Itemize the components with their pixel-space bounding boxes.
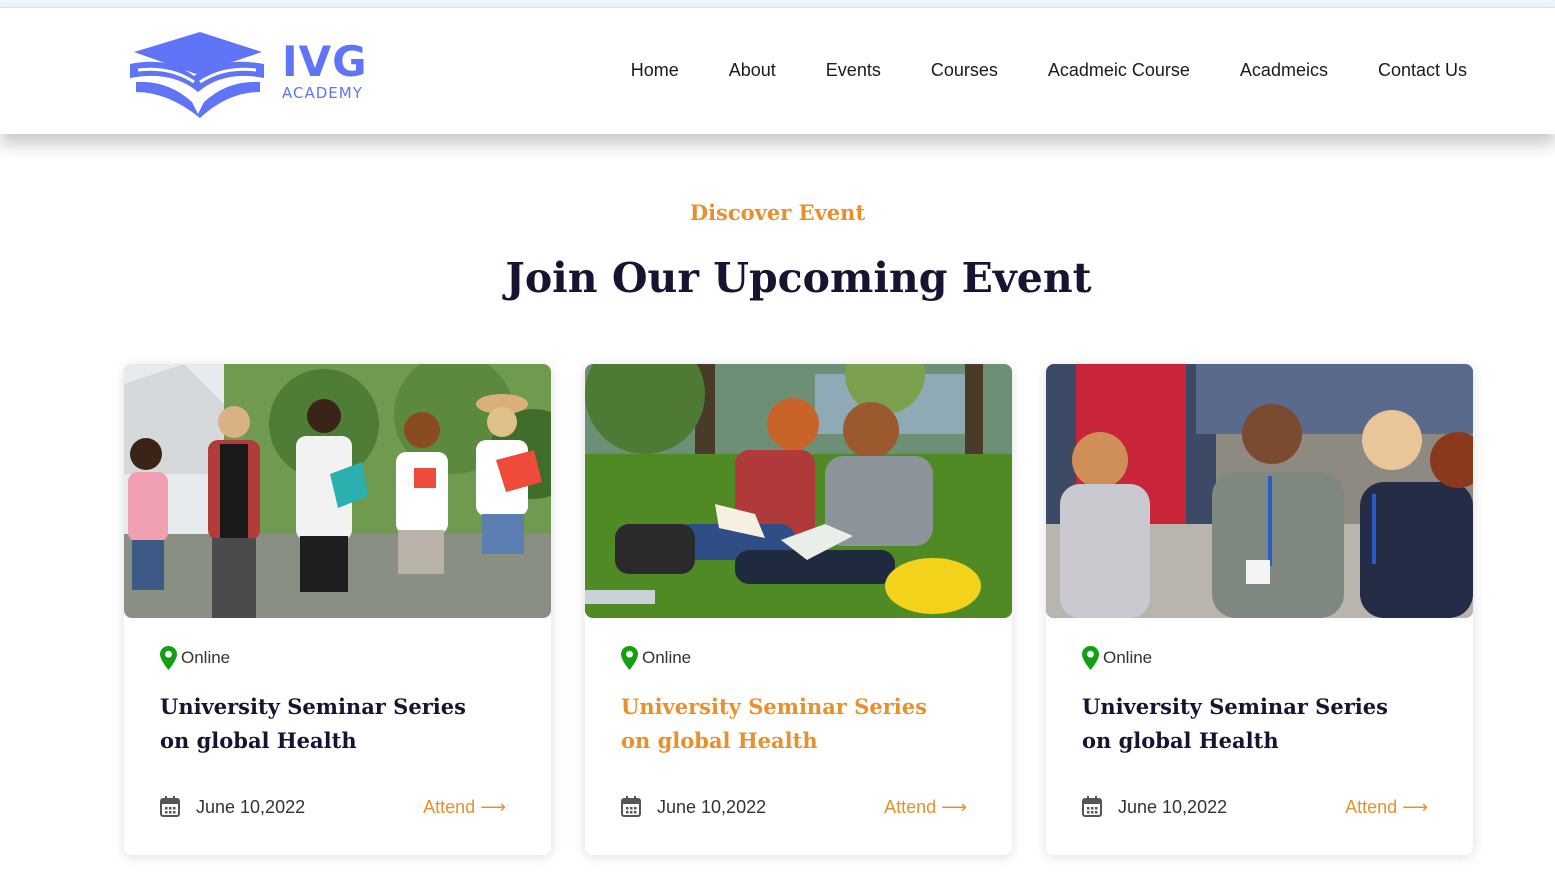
event-date: June 10,2022 [196, 797, 306, 817]
nav-link-academic-course[interactable]: Acadmeic Course [1048, 58, 1190, 82]
brand-subtitle: ACADEMY [282, 84, 363, 102]
attend-label: Attend [884, 797, 937, 817]
top-border [0, 0, 1555, 8]
site-header: IVG ACADEMY Home About Events Courses Ac… [0, 8, 1555, 134]
brand-logo[interactable]: IVG ACADEMY [128, 30, 368, 120]
event-location-label: Online [1103, 648, 1153, 667]
event-meta: June 10,2022 Attend ⟶ [160, 794, 510, 820]
event-location: Online [621, 646, 691, 670]
section-eyebrow: Discover Event [689, 200, 866, 225]
students-reading-on-grass-photo [585, 364, 1012, 618]
location-pin-icon [621, 646, 638, 670]
event-card: Online University Seminar Series on glob… [124, 364, 551, 855]
students-walking-photo [124, 364, 551, 618]
attend-link[interactable]: Attend ⟶ [884, 794, 967, 820]
event-title-link[interactable]: University Seminar Series on global Heal… [160, 690, 500, 758]
event-location-label: Online [642, 648, 692, 667]
arrow-right-icon: ⟶ [1402, 797, 1428, 817]
event-card: Online University Seminar Series on glob… [585, 364, 1012, 855]
nav-link-contact-us[interactable]: Contact Us [1378, 58, 1467, 82]
nav-link-courses[interactable]: Courses [931, 58, 998, 82]
nav-link-about[interactable]: About [729, 58, 776, 82]
nav-link-home[interactable]: Home [631, 58, 679, 82]
event-card: Online University Seminar Series on glob… [1046, 364, 1473, 855]
event-title-link[interactable]: University Seminar Series on global Heal… [621, 690, 961, 758]
brand-name: IVG [282, 37, 368, 86]
main-nav: Home About Events Courses Acadmeic Cours… [581, 58, 1467, 82]
event-location: Online [1082, 646, 1152, 670]
event-image[interactable] [124, 364, 551, 618]
students-talking-photo [1046, 364, 1473, 618]
event-image[interactable] [1046, 364, 1473, 618]
nav-link-events[interactable]: Events [826, 58, 881, 82]
section-title: Join Our Upcoming Event [505, 254, 1092, 302]
event-date: June 10,2022 [1118, 797, 1228, 817]
event-location-label: Online [181, 648, 231, 667]
attend-label: Attend [1345, 797, 1398, 817]
arrow-right-icon: ⟶ [480, 797, 506, 817]
attend-link[interactable]: Attend ⟶ [1345, 794, 1428, 820]
attend-link[interactable]: Attend ⟶ [423, 794, 506, 820]
arrow-right-icon: ⟶ [941, 797, 967, 817]
graduation-cap-book-icon [130, 32, 264, 118]
event-meta: June 10,2022 Attend ⟶ [1082, 794, 1432, 820]
event-date: June 10,2022 [657, 797, 767, 817]
event-image[interactable] [585, 364, 1012, 618]
location-pin-icon [160, 646, 177, 670]
location-pin-icon [1082, 646, 1099, 670]
event-location: Online [160, 646, 230, 670]
event-meta: June 10,2022 Attend ⟶ [621, 794, 971, 820]
nav-link-academics[interactable]: Acadmeics [1240, 58, 1328, 82]
calendar-icon [1082, 796, 1102, 817]
calendar-icon [160, 796, 180, 817]
event-title-link[interactable]: University Seminar Series on global Heal… [1082, 690, 1422, 758]
calendar-icon [621, 796, 641, 817]
attend-label: Attend [423, 797, 476, 817]
